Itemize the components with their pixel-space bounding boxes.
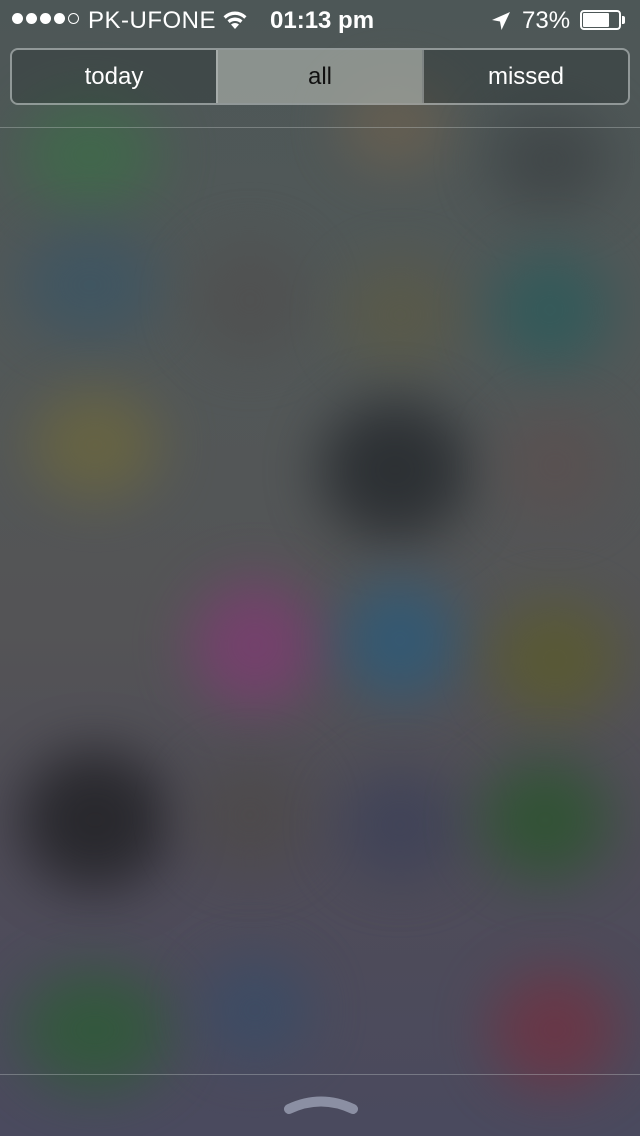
blurred-app-icon	[20, 970, 170, 1090]
battery-percentage: 73%	[522, 7, 571, 34]
blurred-app-icon	[190, 580, 320, 710]
blurred-app-icon	[490, 250, 610, 370]
notification-center: PK-UFONE 01:13 pm 73% today all missed	[0, 0, 640, 1136]
blurred-app-icon	[340, 260, 460, 370]
header-divider	[0, 127, 640, 128]
blurred-app-icon	[500, 410, 610, 520]
blurred-app-icon	[200, 960, 310, 1060]
blurred-app-icon	[30, 390, 160, 500]
segment-missed[interactable]: missed	[422, 50, 628, 103]
signal-dot	[26, 13, 37, 24]
blurred-app-icon	[490, 970, 620, 1090]
signal-dot	[12, 13, 23, 24]
segment-label: all	[307, 62, 332, 90]
status-bar: PK-UFONE 01:13 pm 73%	[0, 0, 640, 40]
segment-label: today	[84, 62, 144, 90]
blurred-app-icon	[320, 400, 470, 540]
signal-strength-icon	[12, 13, 79, 24]
segment-label: missed	[487, 62, 565, 90]
blurred-app-icon	[190, 760, 310, 870]
clock-time: 01:13 pm	[270, 7, 375, 34]
blurred-app-icon	[490, 600, 620, 720]
blurred-app-icon	[20, 750, 170, 890]
wifi-icon	[223, 11, 247, 29]
signal-dot	[68, 13, 79, 24]
battery-icon	[580, 10, 626, 30]
footer-divider	[0, 1074, 640, 1075]
signal-dot	[40, 13, 51, 24]
notification-filter-segmented-control: today all missed	[10, 48, 630, 105]
blurred-app-icon	[340, 770, 460, 880]
signal-dot	[54, 13, 65, 24]
segment-all[interactable]: all	[216, 50, 422, 103]
blurred-app-icon	[480, 760, 610, 880]
blurred-app-icon	[20, 100, 160, 210]
blurred-app-icon	[20, 230, 160, 340]
chevron-up-handle-icon[interactable]	[283, 1092, 359, 1116]
blurred-app-icon	[190, 240, 310, 360]
location-arrow-icon	[492, 12, 510, 30]
segment-today[interactable]: today	[12, 50, 216, 103]
blurred-app-icon	[340, 580, 460, 700]
blurred-app-icon	[490, 110, 610, 210]
carrier-name: PK-UFONE	[88, 7, 217, 34]
